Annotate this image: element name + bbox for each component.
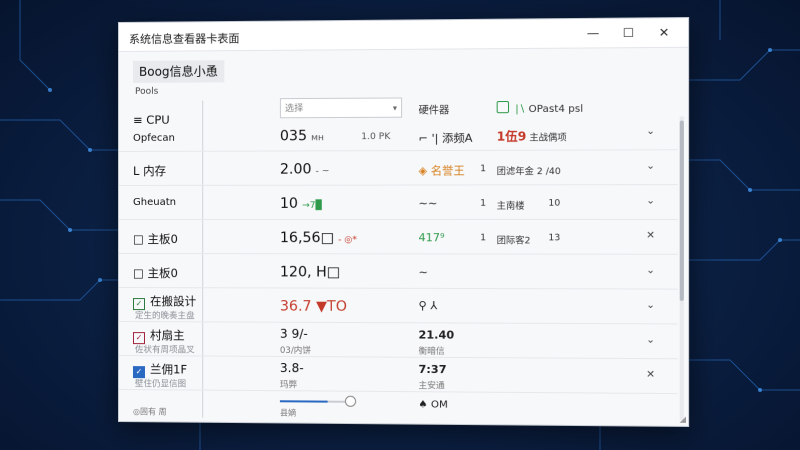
close-icon[interactable]: ✕ — [646, 230, 655, 241]
table-row[interactable]: L 内存 2.00- ~ ◈ 名誉王 1 团滤年金 2 /40 ⌄ — [118, 151, 678, 186]
maximize-button[interactable]: ☐ — [613, 25, 644, 42]
row-count: 1 — [480, 164, 487, 175]
sidebar-footer[interactable]: ◎固有 周 — [133, 406, 167, 417]
om-label: ♠ OM — [418, 399, 448, 411]
sidebar-item-storage[interactable]: ✓ 兰佣1F — [132, 361, 187, 379]
row-hardware: ~ — [418, 265, 428, 279]
table-row[interactable]: □ 主板0 120, H□ ~ ⌄ — [118, 255, 678, 290]
sidebar-item-motherboard[interactable]: □ 主板0 — [133, 231, 178, 247]
table-row[interactable]: □ 主板0 16,56□ - ◎* 417⁹ 1 团际客2 13 ✕ — [118, 220, 678, 255]
section-label: Pools — [134, 86, 159, 97]
row-count: 1 — [480, 198, 487, 209]
row-count: 1 — [480, 233, 487, 244]
table-row[interactable]: ✓ 村扇主 佐状有周项晶叉 3 9/- 03/内饼 21.40 衡暗信 ⌄ — [118, 323, 678, 360]
row-info: 团滤年金 2 /40 — [496, 166, 561, 178]
table-row[interactable]: Gheuatn 10 →7▉ ~~ 1 主南楼 10 ⌄ — [118, 186, 678, 220]
row-hardware: 417⁹ — [418, 231, 445, 245]
slider-fill — [279, 400, 328, 403]
close-button[interactable]: ✕ — [648, 24, 679, 41]
row-info: 主南楼 — [496, 201, 525, 212]
search-icon[interactable]: ⚲ ⅄ — [418, 299, 437, 312]
row-value: 10 →7▉ — [279, 195, 323, 212]
refresh-icon — [496, 100, 510, 114]
table-row[interactable]: ✓ 兰佣1F 壁住仍显信图 3.8- 玛弊 7:37 主安通 ✕ — [118, 357, 678, 395]
row-hardware: 7:37 — [418, 362, 447, 377]
column-header-info-label: OPast4 psl — [528, 103, 584, 116]
chevron-down-icon: ▾ — [392, 103, 397, 113]
progress-slider[interactable] — [279, 400, 354, 403]
sidebar-item-subtitle: 佐状有周项晶叉 — [134, 345, 195, 356]
row-value: 2.00- ~ — [279, 161, 330, 178]
slider-label: 县嫡 — [279, 408, 297, 418]
column-divider-glyph: |∖ — [515, 103, 529, 116]
row-value: 3 9/- — [279, 326, 308, 341]
resize-grip-icon[interactable]: ◢ — [680, 415, 686, 424]
row-hardware: ⌐ '| 添频A — [418, 131, 473, 146]
slider-knob[interactable] — [344, 395, 357, 407]
chevron-down-icon[interactable]: ⌄ — [646, 161, 655, 172]
row-hardware-sub: 主安通 — [418, 381, 445, 392]
row-value: 36.7 ▼TO — [279, 298, 347, 315]
row-value: 3.8- — [279, 360, 304, 376]
row-subvalue: 03/内饼 — [279, 345, 312, 357]
row-hardware-sub: 衡暗信 — [418, 346, 445, 357]
sidebar-item-motherboard-2[interactable]: □ 主板0 — [133, 265, 178, 281]
row-number: 13 — [548, 233, 561, 244]
row-subvalue: 玛弊 — [279, 380, 298, 391]
sidebar-item-cpu[interactable]: ≡ CPU — [133, 113, 170, 127]
chevron-down-icon[interactable]: ⌄ — [646, 265, 655, 276]
sidebar-item-fan[interactable]: ✓ 村扇主 — [132, 327, 185, 345]
row-value: 16,56□ - ◎* — [279, 230, 357, 247]
row-value: 120, H□ — [279, 264, 341, 281]
minimize-button[interactable]: — — [577, 25, 608, 42]
app-window: 系统信息查看器卡表面 — ☐ ✕ Boog信息小恿 Pools 选择 ▾ 硬件器… — [118, 17, 690, 427]
column-header-info: |∖ OPast4 psl — [496, 100, 584, 116]
table-row[interactable]: ≡ CPU Opfecan 035 мн 1.0 PK ⌐ '| 添频A 1伍9 … — [118, 113, 678, 152]
row-number: 10 — [548, 198, 561, 209]
chevron-down-icon[interactable]: ⌄ — [646, 300, 655, 311]
sidebar-item-gheuatn[interactable]: Gheuatn — [133, 197, 176, 208]
sidebar-item-design[interactable]: ✓ 在搬設计 — [132, 293, 196, 311]
column-header-hardware: 硬件器 — [418, 105, 450, 117]
title-bar: 系统信息查看器卡表面 — ☐ ✕ — [118, 18, 689, 52]
vertical-scrollbar[interactable] — [679, 116, 684, 420]
close-icon[interactable]: ✕ — [646, 369, 655, 380]
row-hardware: ◈ 名誉王 — [418, 164, 465, 178]
table-row[interactable]: ✓ 在搬設计 定生的晚奏主盘 36.7 ▼TO ⚲ ⅄ ⌄ — [118, 289, 678, 325]
chevron-down-icon[interactable]: ⌄ — [646, 195, 655, 206]
row-hardware: 21.40 — [418, 328, 455, 342]
window-title: 系统信息查看器卡表面 — [128, 31, 240, 46]
sidebar-item-subtitle: 定生的晚奏主盘 — [134, 311, 195, 322]
row-hardware: ~~ — [418, 196, 438, 210]
filter-dropdown-placeholder: 选择 — [284, 104, 304, 115]
sidebar-item-opfecan[interactable]: Opfecan — [133, 133, 175, 144]
row-mid: 1.0 PK — [361, 131, 391, 143]
row-info: 团际客2 — [496, 236, 531, 247]
sidebar-item-subtitle: 壁住仍显信图 — [134, 379, 187, 390]
chevron-down-icon[interactable]: ⌄ — [646, 335, 655, 346]
filter-dropdown[interactable]: 选择 ▾ — [279, 97, 403, 119]
sidebar-item-memory[interactable]: L 内存 — [133, 163, 166, 179]
chevron-down-icon[interactable]: ⌄ — [646, 126, 655, 137]
row-value: 035 мн — [279, 128, 324, 145]
app-title: Boog信息小恿 — [132, 60, 224, 83]
row-info: 1伍9 主战偶项 — [496, 129, 567, 144]
scrollbar-thumb[interactable] — [679, 120, 684, 301]
